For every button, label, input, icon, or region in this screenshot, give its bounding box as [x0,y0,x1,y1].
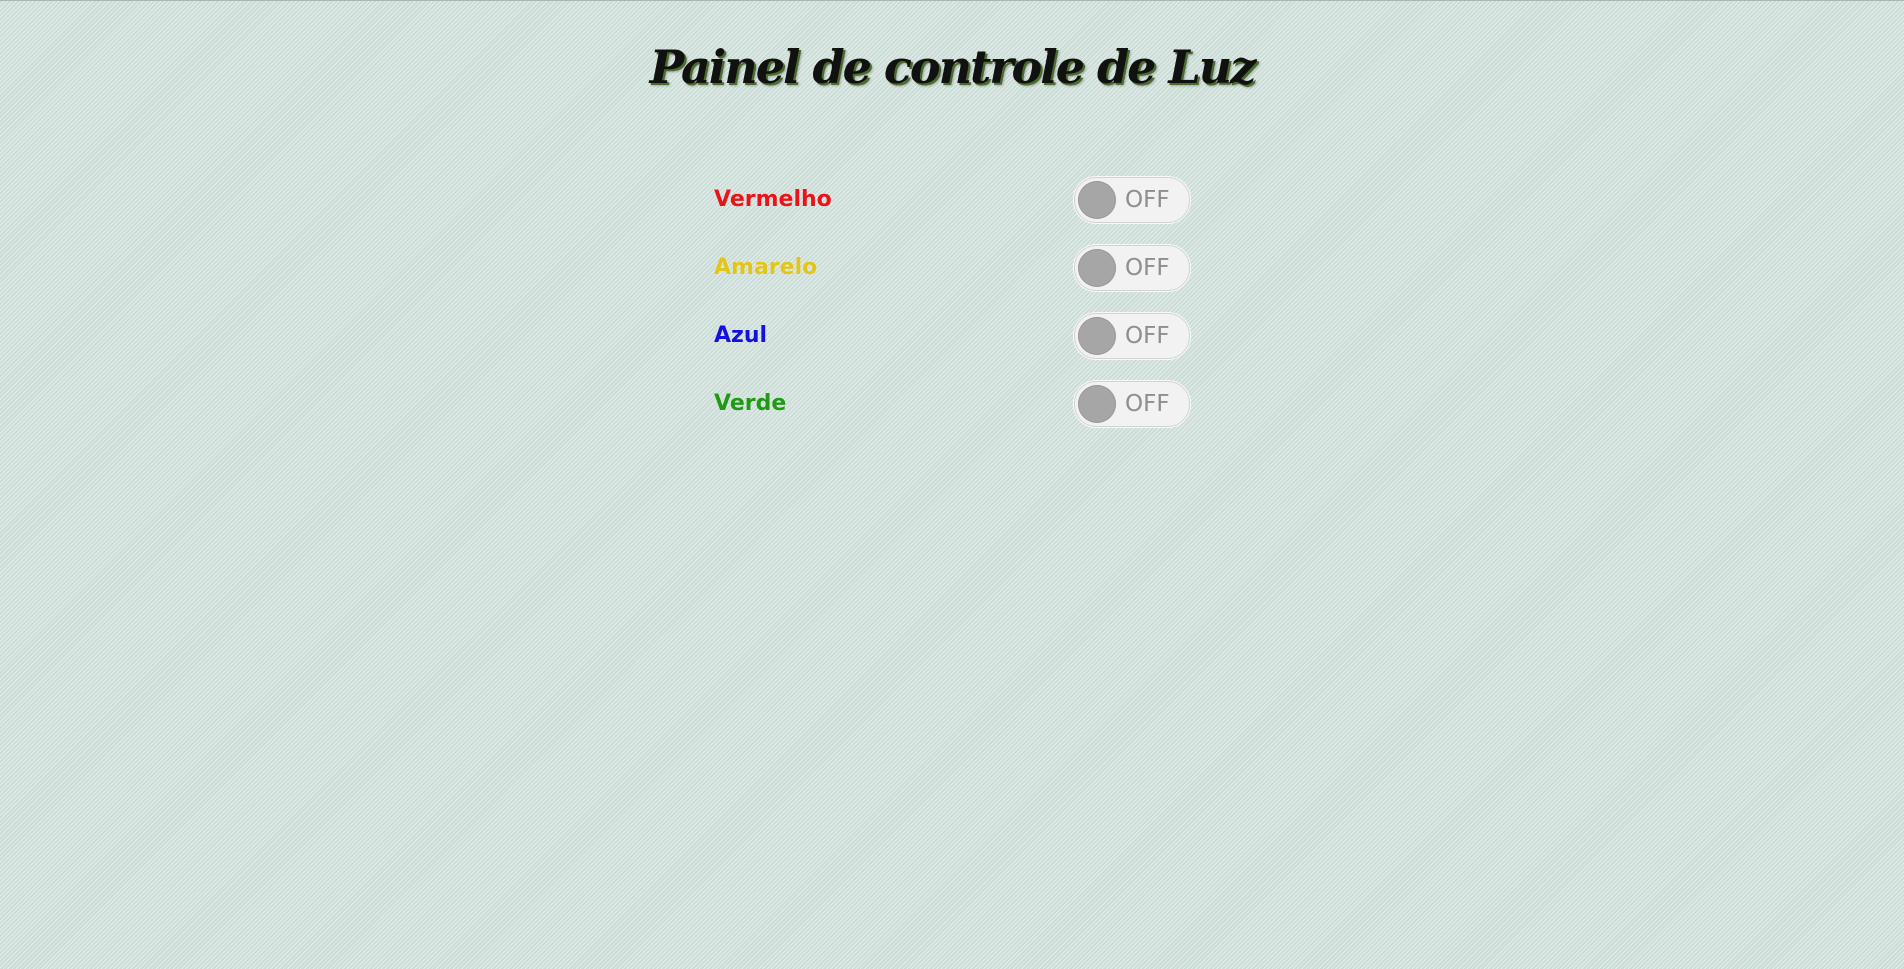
light-label-amarelo: Amarelo [714,255,818,280]
light-row-verde: Verde OFF [714,381,1192,427]
toggle-state-label: OFF [1125,323,1170,349]
toggle-knob [1078,385,1116,423]
toggle-knob [1078,317,1116,355]
toggle-amarelo[interactable]: OFF [1074,245,1190,291]
top-border [0,0,1904,1]
toggle-azul[interactable]: OFF [1074,313,1190,359]
toggle-knob [1078,181,1116,219]
toggle-knob [1078,249,1116,287]
light-control-panel: Vermelho OFF Amarelo OFF Azul OFF Verde … [714,177,1192,449]
light-label-azul: Azul [714,323,768,348]
light-label-vermelho: Vermelho [714,187,832,212]
toggle-state-label: OFF [1125,255,1170,281]
toggle-state-label: OFF [1125,391,1170,417]
toggle-state-label: OFF [1125,187,1170,213]
light-row-vermelho: Vermelho OFF [714,177,1192,223]
page-title: Painel de controle de Luz [649,40,1257,94]
light-row-azul: Azul OFF [714,313,1192,359]
light-label-verde: Verde [714,391,787,416]
toggle-vermelho[interactable]: OFF [1074,177,1190,223]
toggle-verde[interactable]: OFF [1074,381,1190,427]
light-row-amarelo: Amarelo OFF [714,245,1192,291]
